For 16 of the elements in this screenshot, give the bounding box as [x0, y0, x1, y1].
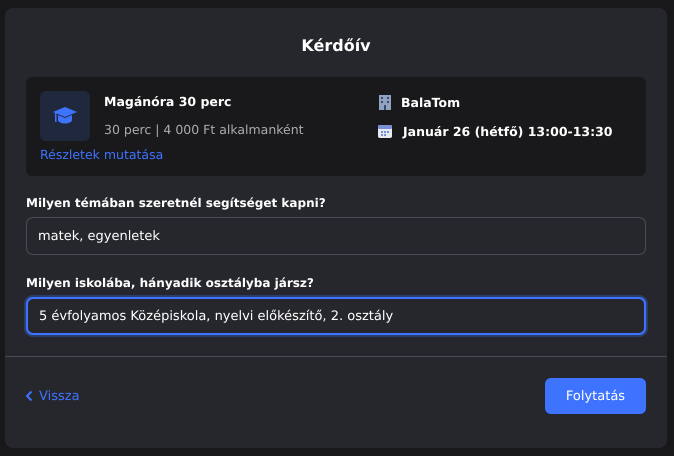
chevron-left-icon — [25, 390, 33, 402]
location-name: BalaTom — [401, 94, 460, 110]
calendar-icon — [377, 123, 393, 139]
dialog-title: Kérdőív — [300, 35, 372, 55]
service-name: Magánóra 30 perc — [104, 94, 232, 109]
field-label: Milyen témában szeretnél segítséget kapni? — [26, 196, 327, 210]
back-link[interactable]: Vissza — [25, 388, 80, 404]
service-details: 30 perc | 4 000 Ft alkalmanként — [104, 122, 304, 137]
appointment-date: Január 26 (hétfő) 13:00-13:30 — [403, 124, 613, 138]
continue-button[interactable]: Folytatás — [545, 378, 646, 414]
building-icon — [377, 94, 393, 110]
text-input[interactable]: matek, egyenletek — [26, 217, 646, 255]
details-link[interactable]: Részletek mutatása — [40, 147, 164, 162]
field-label: Milyen iskolába, hányadik osztályba jársz? — [26, 276, 315, 290]
text-input[interactable]: 5 évfolyamos Középiskola, nyelvi előkészítő, 2. osztály — [26, 297, 646, 335]
graduation-cap-icon — [40, 91, 90, 141]
